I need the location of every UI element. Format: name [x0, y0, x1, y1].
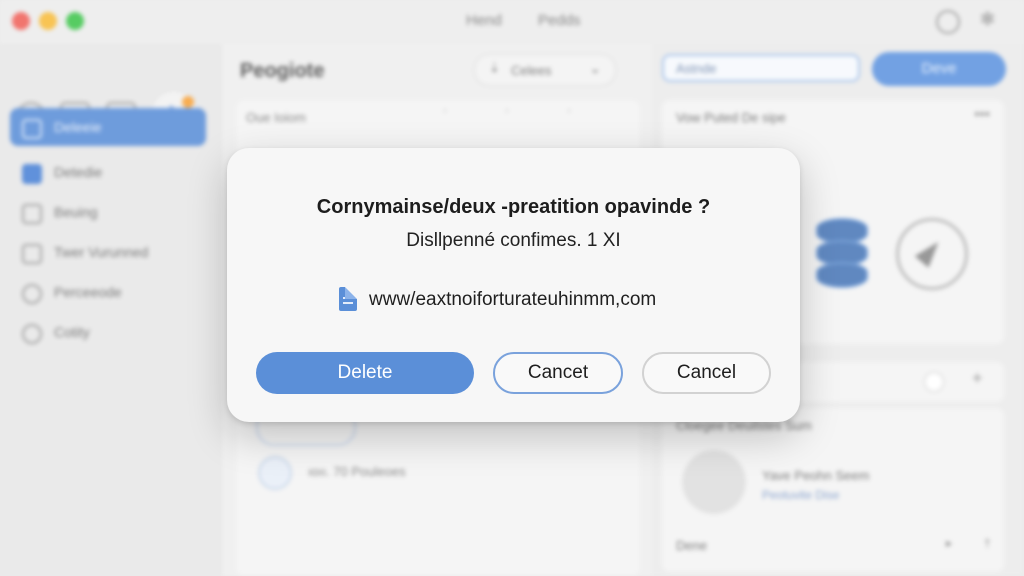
file-url: www/eaxtnoiforturateuhinmm,com [369, 289, 657, 310]
confirm-dialog: Cornymainse/deux -preatition opavinde ? … [227, 148, 800, 422]
cancel-button-secondary[interactable]: Cancel [642, 352, 771, 394]
cancel-button[interactable]: Cancet [493, 352, 623, 394]
file-icon [339, 287, 357, 311]
dialog-subtitle: Disllpenné confimes. 1 XI [406, 230, 621, 251]
dialog-title: Cornymainse/deux -preatition opavinde ? [316, 196, 711, 218]
delete-button[interactable]: Delete [256, 352, 474, 394]
